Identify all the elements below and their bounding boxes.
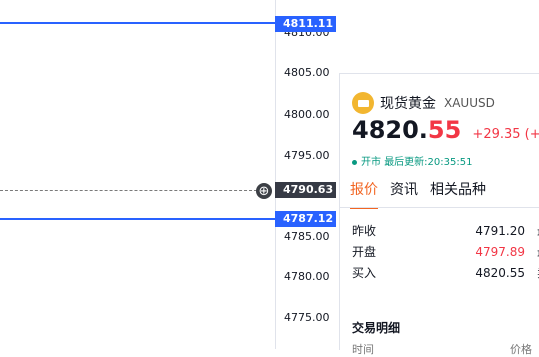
- crosshair-add-button[interactable]: ⊕: [256, 183, 272, 199]
- axis-tick: 4795.00: [284, 149, 330, 162]
- crosshair-price-label: 4790.63: [275, 182, 336, 198]
- last-price: 4820.55 +29.35 (+0: [352, 116, 539, 144]
- trade-table-header: 时间 价格: [352, 341, 539, 357]
- circle-plus-icon: ⊕: [258, 183, 270, 199]
- lower-price-line[interactable]: [0, 218, 275, 220]
- axis-tick: 4775.00: [284, 311, 330, 324]
- col-price: 价格: [510, 343, 532, 356]
- quote-value: 4791.20: [475, 224, 525, 238]
- quote-value: 4820.55: [475, 266, 525, 280]
- symbol-header[interactable]: 现货黄金 XAUUSD: [352, 92, 495, 114]
- axis-tick: 4805.00: [284, 66, 330, 79]
- quote-row: 买入4820.55卖: [352, 264, 539, 281]
- col-time: 时间: [352, 343, 374, 356]
- price-integer: 4820.: [352, 116, 428, 144]
- upper-line-price-label: 4811.11: [275, 16, 336, 32]
- axis-tick: 4800.00: [284, 108, 330, 121]
- upper-price-line[interactable]: [0, 22, 275, 24]
- quote-label: 昨收: [352, 224, 377, 238]
- symbol-name: 现货黄金: [380, 96, 436, 112]
- quote-row: 开盘4797.89最: [352, 243, 539, 260]
- tab-quote[interactable]: 报价: [350, 179, 378, 209]
- quote-label: 买入: [352, 266, 377, 280]
- market-status: 开市 最后更新:20:35:51: [352, 153, 472, 168]
- lower-line-price-label: 4787.12: [275, 211, 336, 227]
- gold-bar-icon: [352, 92, 374, 114]
- symbol-info-panel: 现货黄金 XAUUSD 4820.55 +29.35 (+0 开市 最后更新:2…: [339, 73, 539, 356]
- market-open-label: 开市: [361, 157, 381, 168]
- panel-tabs: 报价 资讯 相关品种: [350, 179, 486, 209]
- price-decimal: 55: [427, 116, 462, 144]
- tabs-divider: [340, 207, 539, 208]
- tab-related[interactable]: 相关品种: [430, 179, 486, 209]
- chart-area[interactable]: ⊕: [0, 0, 275, 349]
- status-dot-icon: [352, 159, 357, 165]
- quote-label: 开盘: [352, 245, 377, 259]
- axis-tick: 4785.00: [284, 230, 330, 243]
- symbol-code: XAUUSD: [444, 96, 495, 110]
- quote-row: 昨收4791.20最: [352, 222, 539, 239]
- crosshair-horizontal-line: [0, 190, 257, 191]
- last-update-time: 最后更新:20:35:51: [384, 157, 473, 168]
- price-change: +29.35 (+0: [472, 127, 539, 142]
- tab-news[interactable]: 资讯: [390, 179, 418, 209]
- price-axis[interactable]: 4810.00 4805.00 4800.00 4795.00 4785.00 …: [275, 0, 338, 349]
- quote-value: 4797.89: [475, 245, 525, 259]
- axis-tick: 4780.00: [284, 270, 330, 283]
- trade-details-title: 交易明细: [352, 321, 401, 335]
